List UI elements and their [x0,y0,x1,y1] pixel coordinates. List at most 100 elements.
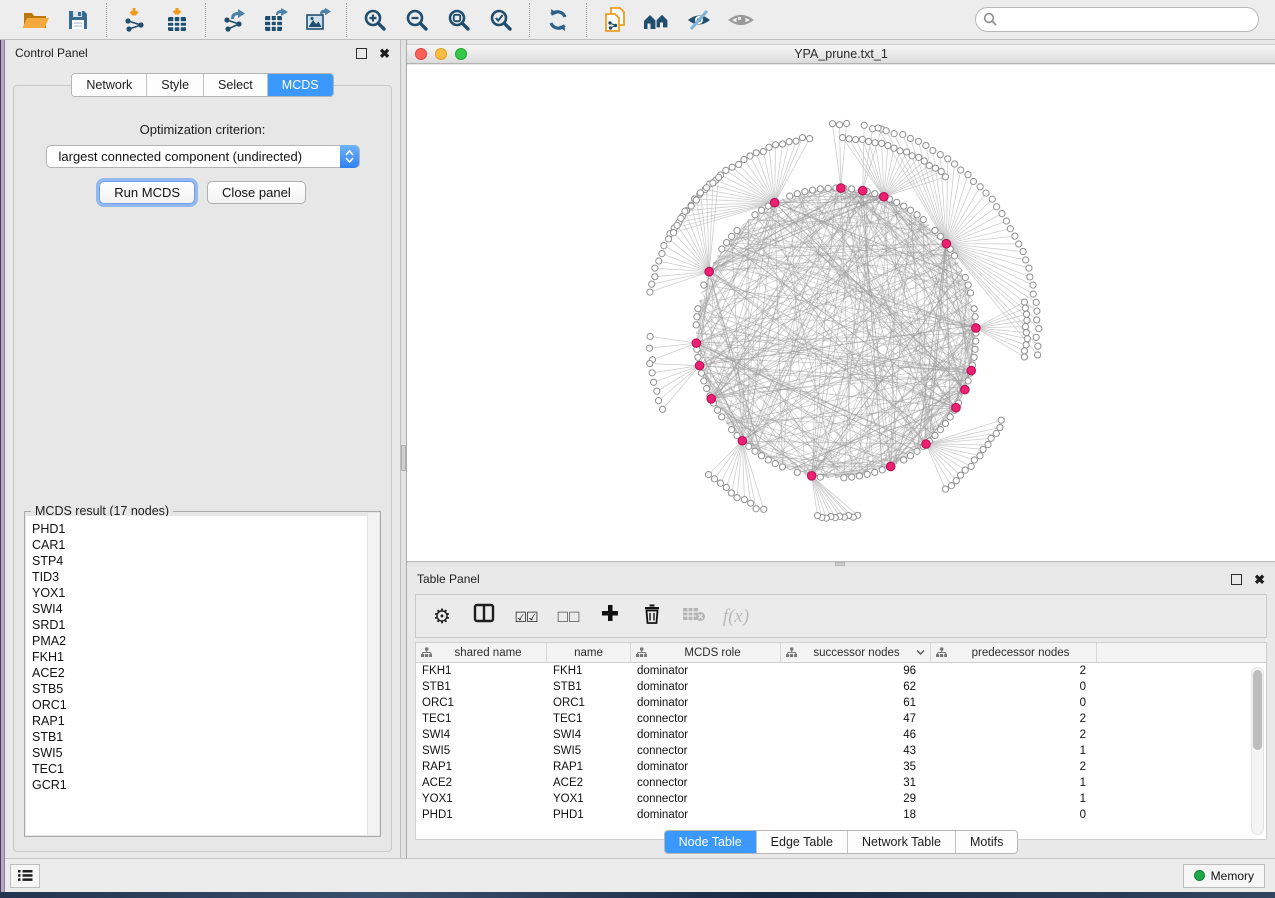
satellite-node[interactable] [968,463,974,469]
mcds-result-item[interactable]: CAR1 [32,537,379,553]
tab-style[interactable]: Style [147,74,204,96]
satellite-node[interactable] [1007,226,1013,232]
column-header-predecessor-nodes[interactable]: predecessor nodes [931,643,1097,662]
mcds-hub-node[interactable] [880,192,889,201]
ring-node[interactable] [695,354,701,360]
ring-node[interactable] [746,443,752,449]
mcds-hub-node[interactable] [705,267,714,276]
ring-node[interactable] [758,453,764,459]
mcds-hub-node[interactable] [886,462,895,471]
satellite-node[interactable] [748,500,754,506]
satellite-node[interactable] [661,243,667,249]
satellite-node[interactable] [1012,233,1018,239]
tab-select[interactable]: Select [204,74,268,96]
satellite-node[interactable] [916,154,922,160]
satellite-node[interactable] [1021,299,1027,305]
mcds-result-item[interactable]: FKH1 [32,649,379,665]
show-all-button[interactable] [723,5,759,35]
satellite-node[interactable] [1033,299,1039,305]
zoom-in-button[interactable] [357,5,393,35]
ring-node[interactable] [971,354,977,360]
ring-node[interactable] [723,239,729,245]
satellite-node[interactable] [937,152,943,158]
table-row[interactable]: YOX1YOX1connector291 [416,791,1266,807]
satellite-node[interactable] [766,144,772,150]
ring-node[interactable] [907,207,913,213]
satellite-node[interactable] [853,136,859,142]
satellite-node[interactable] [962,467,968,473]
ring-node[interactable] [729,427,735,433]
satellite-node[interactable] [1021,354,1027,360]
ring-node[interactable] [752,448,758,454]
network-graph[interactable] [407,65,1275,561]
satellite-node[interactable] [875,125,881,131]
satellite-node[interactable] [953,478,959,484]
satellite-node[interactable] [999,210,1005,216]
run-mcds-button[interactable]: Run MCDS [99,181,195,204]
satellite-node[interactable] [655,398,661,404]
table-row[interactable]: SWI4SWI4dominator462 [416,727,1266,743]
satellite-node[interactable] [736,161,742,167]
ring-node[interactable] [942,420,948,426]
satellite-node[interactable] [711,476,717,482]
satellite-node[interactable] [734,495,740,501]
select-all-button[interactable]: ☑☑ [510,600,542,632]
export-table-button[interactable] [258,5,294,35]
tab-network-table[interactable]: Network Table [848,831,956,853]
satellite-node[interactable] [1035,343,1041,349]
ring-node[interactable] [701,378,707,384]
ring-node[interactable] [849,474,855,480]
satellite-node[interactable] [998,417,1004,423]
satellite-node[interactable] [807,136,813,142]
satellite-node[interactable] [958,167,964,173]
satellite-node[interactable] [649,370,655,376]
ring-node[interactable] [967,290,973,296]
ring-node[interactable] [794,469,800,475]
mcds-hub-node[interactable] [922,440,931,449]
ring-node[interactable] [694,314,700,320]
satellite-node[interactable] [1016,241,1022,247]
ring-node[interactable] [841,475,847,481]
mcds-result-item[interactable]: SWI4 [32,601,379,617]
ring-node[interactable] [907,453,913,459]
ring-node[interactable] [817,474,823,480]
ring-node[interactable] [901,457,907,463]
satellite-node[interactable] [1020,248,1026,254]
ring-node[interactable] [856,473,862,479]
mcds-result-item[interactable]: SRD1 [32,617,379,633]
satellite-node[interactable] [988,435,994,441]
satellite-node[interactable] [977,453,983,459]
table-row[interactable]: RAP1RAP1dominator352 [416,759,1266,775]
ring-node[interactable] [864,471,870,477]
mcds-result-item[interactable]: TEC1 [32,761,379,777]
satellite-node[interactable] [799,135,805,141]
ring-node[interactable] [937,427,943,433]
satellite-node[interactable] [1022,323,1028,329]
satellite-node[interactable] [1022,305,1028,311]
satellite-node[interactable] [693,197,699,203]
ring-node[interactable] [914,212,920,218]
ring-node[interactable] [937,233,943,239]
mcds-result-item[interactable]: GCR1 [32,777,379,793]
network-view[interactable] [407,65,1275,561]
satellite-node[interactable] [970,178,976,184]
tab-motifs[interactable]: Motifs [956,831,1017,853]
satellite-node[interactable] [729,164,735,170]
satellite-node[interactable] [921,158,927,164]
table-options-button[interactable]: ⚙ [426,600,458,632]
column-header-MCDS-role[interactable]: MCDS role [631,643,781,662]
ring-node[interactable] [932,432,938,438]
ring-node[interactable] [951,253,957,259]
satellite-node[interactable] [883,128,889,134]
ring-node[interactable] [914,448,920,454]
satellite-node[interactable] [844,120,850,126]
satellite-node[interactable] [678,215,684,221]
deselect-all-button[interactable]: ☐☐ [552,600,584,632]
mcds-result-list[interactable]: PHD1CAR1STP4TID3YOX1SWI4SRD1PMA2FKH1ACE2… [26,516,379,835]
optimization-criterion-select[interactable]: largest connected component (undirected) [46,145,360,168]
vertical-splitter[interactable] [400,40,407,858]
satellite-node[interactable] [647,333,653,339]
satellite-node[interactable] [965,172,971,178]
duplicate-network-button[interactable] [597,5,633,35]
ring-node[interactable] [849,186,855,192]
